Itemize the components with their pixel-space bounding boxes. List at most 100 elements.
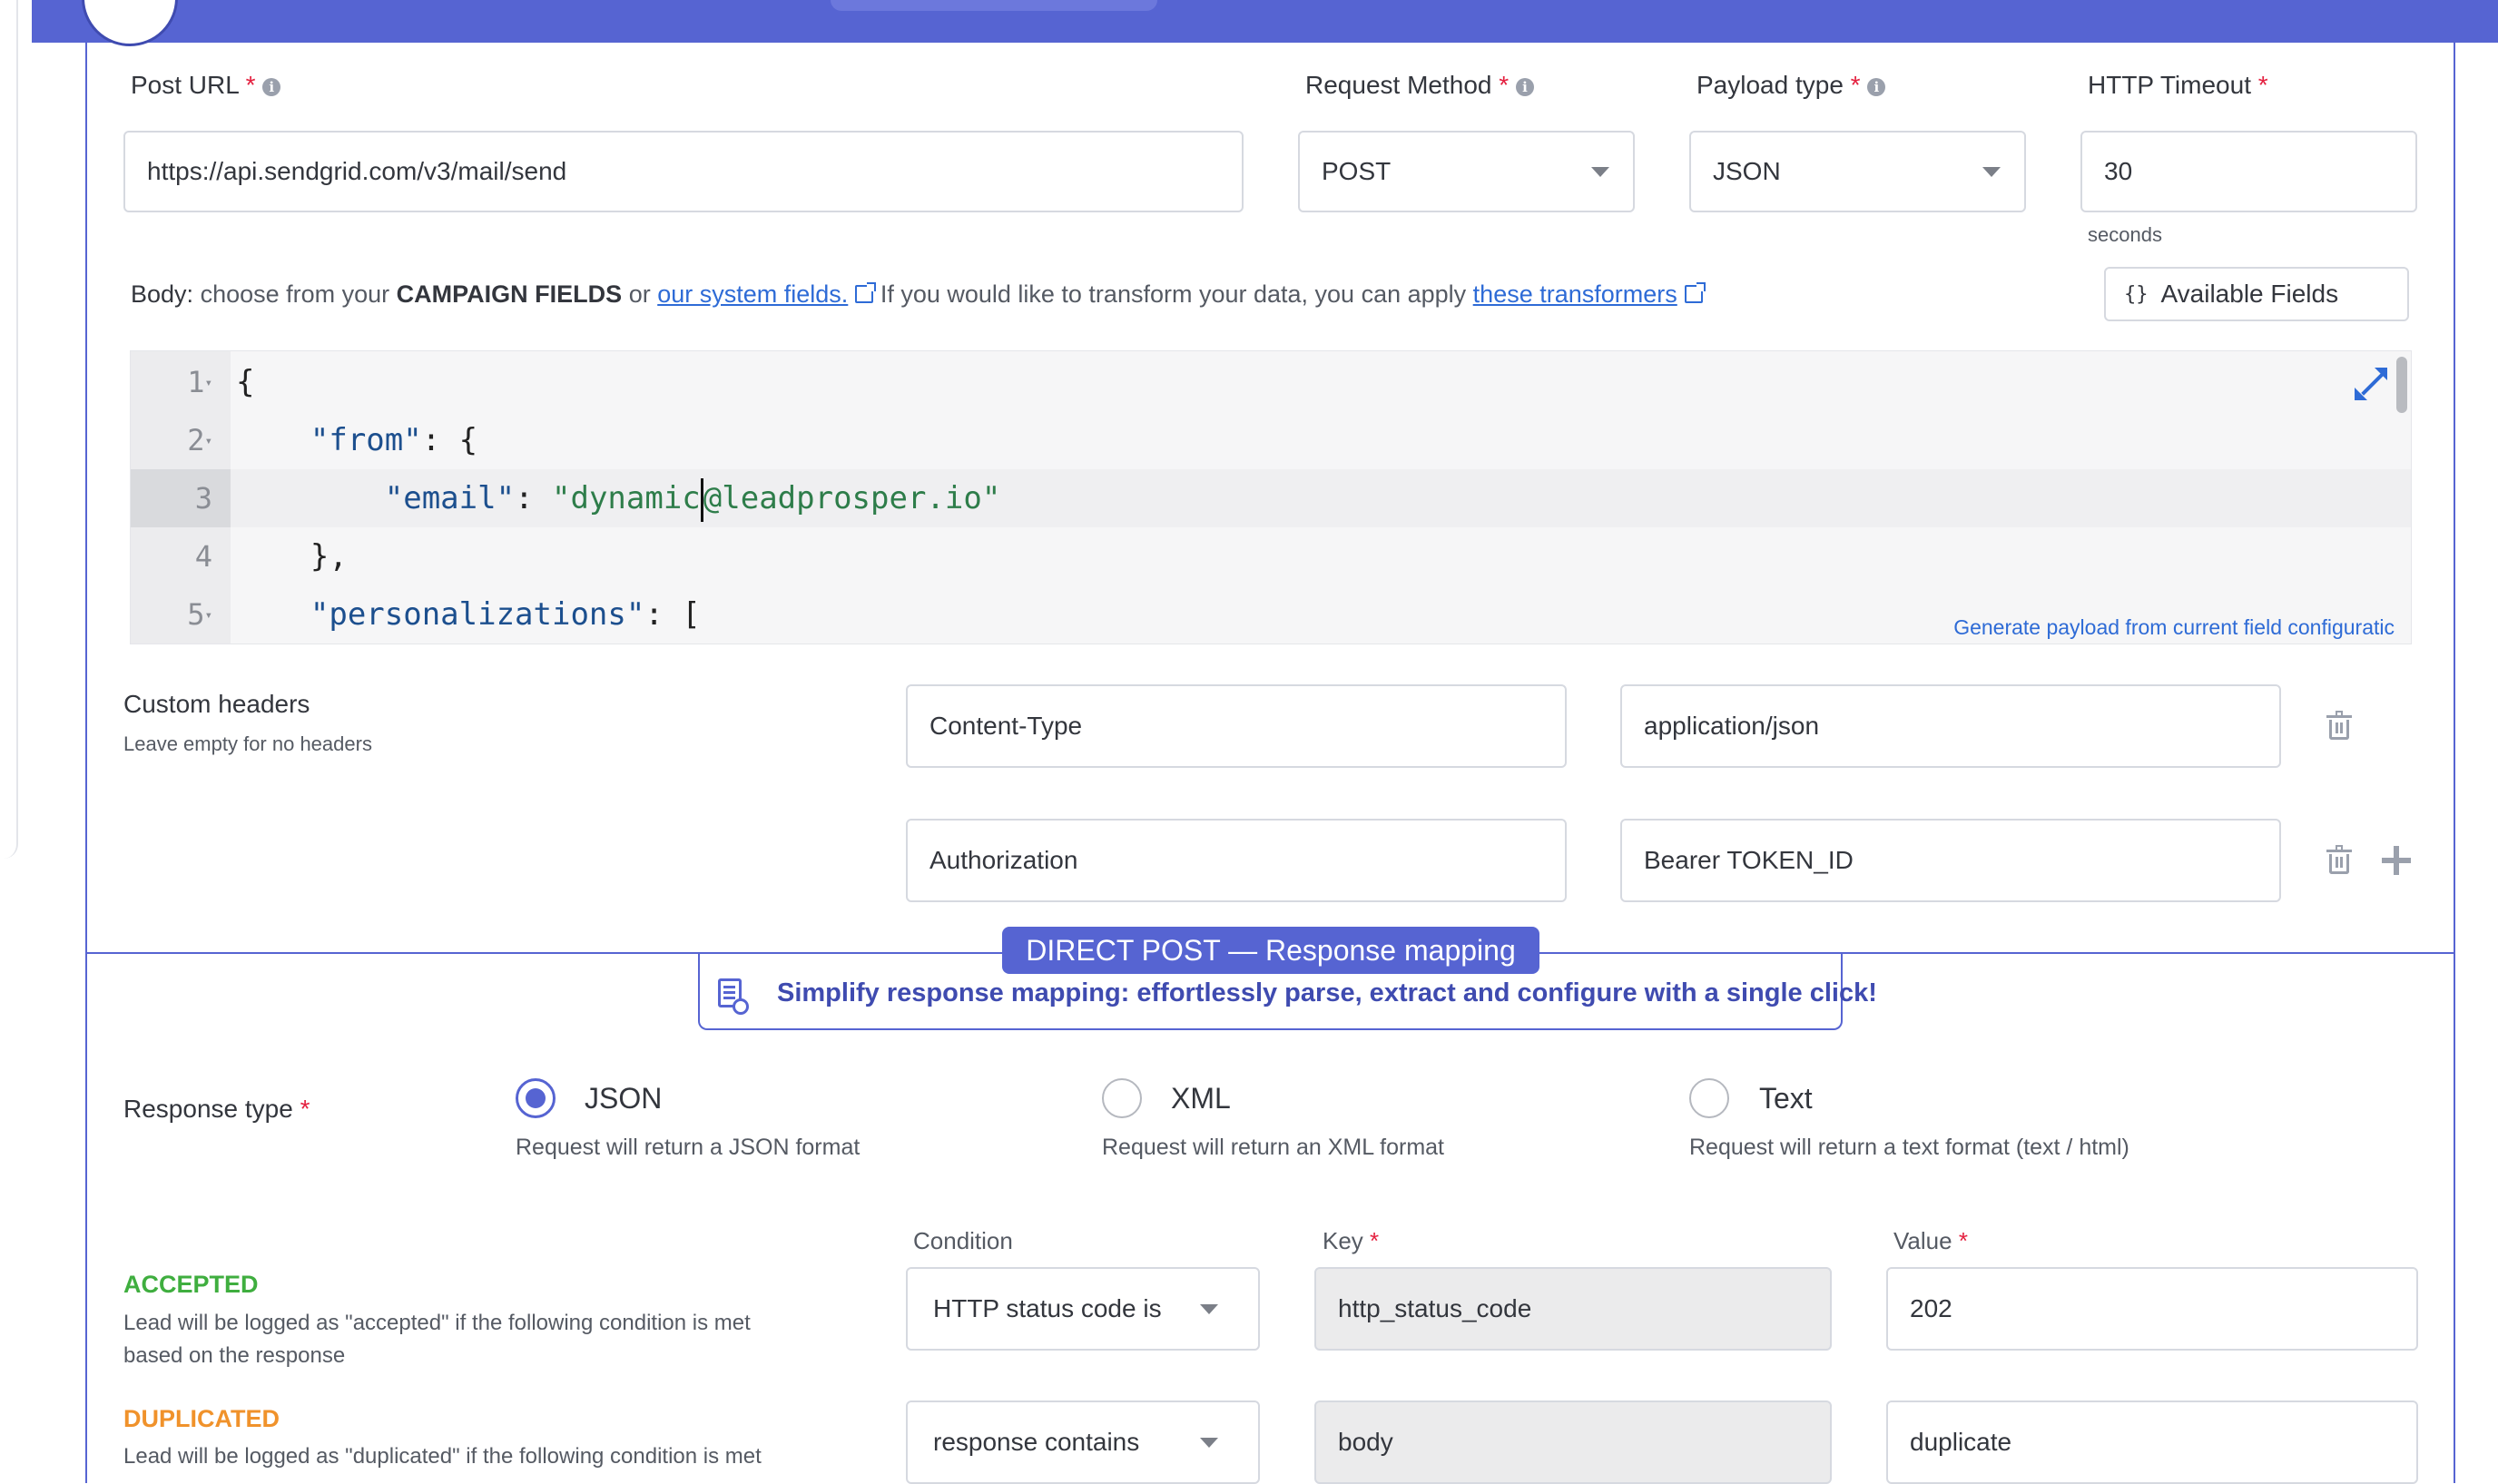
fold-icon[interactable]: ▾ xyxy=(205,376,212,390)
radio-text-label: Text xyxy=(1759,1082,1813,1115)
radio-json-desc: Request will return a JSON format xyxy=(516,1135,861,1160)
available-fields-button[interactable]: {} Available Fields xyxy=(2104,267,2409,321)
request-method-label-text: Request Method xyxy=(1305,71,1492,99)
required-mark: * xyxy=(2257,71,2268,99)
radio-text[interactable] xyxy=(1689,1078,1729,1118)
request-method-select[interactable]: POST xyxy=(1298,131,1635,212)
required-mark: * xyxy=(1499,71,1510,99)
info-icon[interactable]: i xyxy=(262,78,281,96)
side-panel-edge xyxy=(0,0,18,859)
chevron-down-icon xyxy=(1200,1304,1218,1314)
trash-icon[interactable] xyxy=(2326,845,2352,874)
radio-json[interactable] xyxy=(516,1078,556,1118)
system-fields-link[interactable]: our system fields. xyxy=(657,280,848,308)
info-icon[interactable]: i xyxy=(1515,78,1534,96)
line-number: 5▾ xyxy=(187,597,212,632)
accepted-desc: based on the response xyxy=(123,1343,346,1368)
required-mark: * xyxy=(1370,1227,1380,1254)
required-mark: * xyxy=(1958,1227,1968,1254)
radio-text-desc: Request will return a text format (text … xyxy=(1689,1135,2129,1160)
payload-type-value: JSON xyxy=(1713,157,1781,185)
external-link-icon[interactable] xyxy=(855,282,877,303)
banner-text: Simplify response mapping: effortlessly … xyxy=(777,978,1877,1007)
info-icon[interactable]: i xyxy=(1867,78,1886,96)
section-badge: DIRECT POST — Response mapping xyxy=(1002,927,1539,974)
required-mark: * xyxy=(1850,71,1861,99)
add-header-icon[interactable] xyxy=(2382,846,2411,875)
http-timeout-value: 30 xyxy=(2104,157,2133,185)
fold-icon[interactable]: ▾ xyxy=(205,608,212,623)
value-column-header: Value * xyxy=(1893,1227,1968,1255)
request-method-label: Request Method * i xyxy=(1305,71,1534,100)
braces-icon: {} xyxy=(2124,282,2149,306)
radio-json-label: JSON xyxy=(585,1082,663,1115)
duplicated-value-value: duplicate xyxy=(1910,1428,2012,1456)
accepted-value-value: 202 xyxy=(1910,1294,1952,1322)
accepted-condition-value: HTTP status code is xyxy=(933,1294,1162,1322)
line-number: 2▾ xyxy=(187,423,212,457)
code-line: }, xyxy=(310,538,348,575)
duplicated-desc: Lead will be logged as "duplicated" if t… xyxy=(123,1444,762,1469)
accepted-value-input[interactable]: 202 xyxy=(1886,1267,2418,1351)
duplicated-title: DUPLICATED xyxy=(123,1405,280,1432)
fold-icon[interactable]: ▾ xyxy=(205,434,212,448)
logo xyxy=(82,0,178,46)
body-text: or xyxy=(628,280,651,308)
header-value-value: Bearer TOKEN_ID xyxy=(1644,846,1854,874)
accepted-condition-select[interactable]: HTTP status code is xyxy=(906,1267,1260,1351)
header-value-input[interactable]: application/json xyxy=(1620,684,2281,768)
header-name-value: Authorization xyxy=(929,846,1078,874)
chevron-down-icon xyxy=(1591,167,1609,177)
key-column-header-text: Key xyxy=(1323,1227,1363,1254)
timeout-unit: seconds xyxy=(2088,223,2162,246)
duplicated-condition-value: response contains xyxy=(933,1428,1140,1456)
section-border xyxy=(2454,43,2455,1483)
body-text: choose from your xyxy=(200,280,390,308)
duplicated-condition-select[interactable]: response contains xyxy=(906,1400,1260,1484)
http-timeout-label-text: HTTP Timeout xyxy=(2088,71,2251,99)
body-text: If you would like to transform your data… xyxy=(880,280,1467,308)
key-column-header: Key * xyxy=(1323,1227,1379,1255)
duplicated-value-input[interactable]: duplicate xyxy=(1886,1400,2418,1484)
code-editor[interactable]: 1▾ 2▾ 3 4 5▾ { "from": { "email": "dynam… xyxy=(130,350,2412,644)
top-header-bar xyxy=(32,0,2498,46)
http-timeout-input[interactable]: 30 xyxy=(2080,131,2417,212)
body-help-text: Body: choose from your CAMPAIGN FIELDS o… xyxy=(131,280,1706,309)
accepted-key-input[interactable]: http_status_code xyxy=(1314,1267,1832,1351)
transformers-link[interactable]: these transformers xyxy=(1473,280,1677,308)
post-url-label: Post URL * i xyxy=(131,71,281,100)
body-label: Body: xyxy=(131,280,194,308)
payload-type-label-text: Payload type xyxy=(1696,71,1844,99)
header-name-input[interactable]: Content-Type xyxy=(906,684,1567,768)
accepted-desc: Lead will be logged as "accepted" if the… xyxy=(123,1311,751,1335)
post-url-value: https://api.sendgrid.com/v3/mail/send xyxy=(147,157,567,185)
trash-icon[interactable] xyxy=(2326,711,2352,740)
chevron-down-icon xyxy=(1982,167,2001,177)
generate-payload-link[interactable]: Generate payload from current field conf… xyxy=(1953,615,2395,640)
editor-scrollbar[interactable] xyxy=(2396,357,2407,413)
external-link-icon[interactable] xyxy=(1684,282,1706,303)
header-value-input[interactable]: Bearer TOKEN_ID xyxy=(1620,819,2281,902)
response-type-label-text: Response type xyxy=(123,1095,293,1123)
payload-type-label: Payload type * i xyxy=(1696,71,1886,100)
header-tab[interactable] xyxy=(831,0,1157,11)
radio-xml[interactable] xyxy=(1102,1078,1142,1118)
chevron-down-icon xyxy=(1200,1438,1218,1448)
request-method-value: POST xyxy=(1322,157,1392,185)
header-name-value: Content-Type xyxy=(929,712,1083,740)
line-number: 3 xyxy=(131,469,231,527)
duplicated-key-input[interactable]: body xyxy=(1314,1400,1832,1484)
header-name-input[interactable]: Authorization xyxy=(906,819,1567,902)
value-column-header-text: Value xyxy=(1893,1227,1952,1254)
radio-xml-desc: Request will return an XML format xyxy=(1102,1135,1445,1160)
http-timeout-label: HTTP Timeout * xyxy=(2088,71,2268,100)
condition-column-header: Condition xyxy=(913,1227,1013,1254)
payload-type-select[interactable]: JSON xyxy=(1689,131,2026,212)
campaign-fields-label: CAMPAIGN FIELDS xyxy=(396,280,623,308)
custom-headers-label: Custom headers xyxy=(123,690,310,718)
code-line: "email": "dynamic@leadprosper.io" xyxy=(236,469,1000,527)
expand-icon[interactable] xyxy=(2355,368,2387,400)
custom-headers-hint: Leave empty for no headers xyxy=(123,732,372,755)
radio-xml-label: XML xyxy=(1171,1082,1231,1115)
post-url-input[interactable]: https://api.sendgrid.com/v3/mail/send xyxy=(123,131,1244,212)
